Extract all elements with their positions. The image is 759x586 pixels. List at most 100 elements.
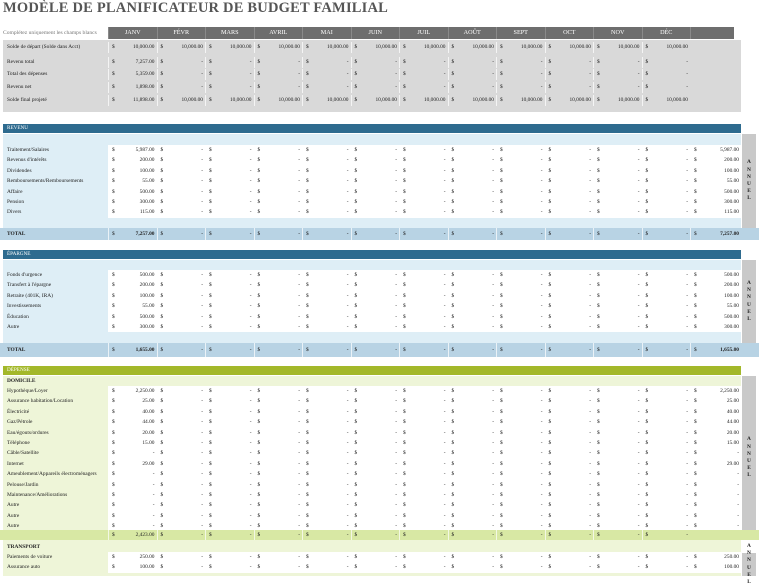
month-cell[interactable]: $ - — [205, 322, 254, 333]
month-cell[interactable]: $ - — [544, 396, 593, 407]
month-cell[interactable]: $ - — [641, 290, 690, 302]
month-cell[interactable]: $ - — [205, 207, 254, 218]
month-cell[interactable]: $ - — [399, 186, 448, 197]
month-cell[interactable]: $ - — [205, 438, 254, 449]
month-cell[interactable]: $ - — [253, 176, 302, 187]
month-cell[interactable]: $ - — [447, 479, 496, 490]
month-cell[interactable]: $ - — [447, 322, 496, 333]
month-cell[interactable]: $ - — [593, 165, 642, 177]
month-cell[interactable]: $ - — [205, 417, 254, 428]
month-cell[interactable]: $ - — [302, 500, 351, 511]
month-cell[interactable]: $ - — [350, 186, 399, 197]
month-cell[interactable]: $ - — [593, 396, 642, 407]
month-cell[interactable]: $ - — [205, 500, 254, 511]
month-cell[interactable]: $ - — [593, 145, 642, 156]
month-cell[interactable]: $ - — [593, 562, 642, 573]
month-cell[interactable]: $ - — [447, 386, 496, 397]
month-cell[interactable]: $29.00 — [108, 458, 157, 470]
month-cell[interactable]: $ - — [399, 406, 448, 418]
month-cell[interactable]: $ - — [447, 438, 496, 449]
month-cell[interactable]: $ - — [156, 469, 205, 480]
month-cell[interactable]: $ - — [350, 552, 399, 563]
month-cell[interactable]: $ - — [593, 406, 642, 418]
month-cell[interactable]: $ - — [496, 490, 545, 501]
month-cell[interactable]: $115.00 — [108, 207, 157, 218]
month-cell[interactable]: $ - — [253, 186, 302, 197]
month-cell[interactable]: $ - — [496, 301, 545, 312]
month-cell[interactable]: $ - — [544, 270, 593, 281]
month-cell[interactable]: $ - — [350, 197, 399, 208]
month-cell[interactable]: $ - — [496, 562, 545, 573]
month-cell[interactable]: $ - — [156, 176, 205, 187]
month-cell[interactable]: $ - — [641, 270, 690, 281]
month-cell[interactable]: $ - — [447, 417, 496, 428]
month-cell[interactable]: $ - — [399, 448, 448, 459]
month-cell[interactable]: $ - — [496, 155, 545, 166]
month-cell[interactable]: $ - — [350, 469, 399, 480]
month-cell[interactable]: $ - — [253, 552, 302, 563]
month-cell[interactable]: $ - — [156, 290, 205, 302]
month-cell[interactable]: $ - — [544, 458, 593, 470]
month-cell[interactable]: $ - — [350, 396, 399, 407]
month-cell[interactable]: $ - — [593, 301, 642, 312]
month-cell[interactable]: $ - — [253, 438, 302, 449]
month-cell[interactable]: $25.00 — [108, 396, 157, 407]
month-cell[interactable]: $100.00 — [108, 165, 157, 177]
month-cell[interactable]: $ - — [350, 562, 399, 573]
month-cell[interactable]: $ - — [302, 510, 351, 522]
month-cell[interactable]: $ - — [496, 510, 545, 522]
month-cell[interactable]: $ - — [593, 186, 642, 197]
month-cell[interactable]: $ - — [399, 197, 448, 208]
month-cell[interactable]: $300.00 — [108, 322, 157, 333]
month-cell[interactable]: $ - — [399, 438, 448, 449]
month-cell[interactable]: $15.00 — [108, 438, 157, 449]
month-cell[interactable]: $ - — [302, 197, 351, 208]
month-cell[interactable]: $ - — [496, 469, 545, 480]
month-cell[interactable]: $ - — [253, 500, 302, 511]
month-cell[interactable]: $ - — [496, 417, 545, 428]
month-cell[interactable]: $ - — [302, 186, 351, 197]
month-cell[interactable]: $ - — [641, 145, 690, 156]
month-cell[interactable]: $ - — [302, 290, 351, 302]
month-cell[interactable]: $ - — [302, 207, 351, 218]
month-cell[interactable]: $ - — [447, 311, 496, 322]
month-cell[interactable]: $500.00 — [108, 270, 157, 281]
month-cell[interactable]: $ - — [593, 311, 642, 322]
month-cell[interactable]: $ - — [253, 165, 302, 177]
month-cell[interactable]: $ - — [156, 386, 205, 397]
month-cell[interactable]: $ - — [253, 396, 302, 407]
month-cell[interactable]: $ - — [253, 290, 302, 302]
month-cell[interactable]: $ - — [399, 207, 448, 218]
month-cell[interactable]: $ - — [205, 145, 254, 156]
month-cell[interactable]: $ - — [350, 386, 399, 397]
month-cell[interactable]: $ - — [447, 469, 496, 480]
month-cell[interactable]: $44.00 — [108, 417, 157, 428]
month-cell[interactable]: $ - — [205, 406, 254, 418]
month-cell[interactable]: $ - — [544, 290, 593, 302]
month-cell[interactable]: $ - — [350, 427, 399, 438]
month-cell[interactable]: $ - — [350, 270, 399, 281]
month-cell[interactable]: $ - — [253, 458, 302, 470]
month-cell[interactable]: $ - — [205, 469, 254, 480]
month-cell[interactable]: $ - — [156, 280, 205, 291]
month-cell[interactable]: $ - — [399, 396, 448, 407]
month-cell[interactable]: $ - — [350, 207, 399, 218]
month-cell[interactable]: $40.00 — [108, 406, 157, 418]
month-cell[interactable]: $ - — [302, 427, 351, 438]
month-cell[interactable]: $ - — [496, 145, 545, 156]
month-cell[interactable]: $ - — [496, 396, 545, 407]
month-cell[interactable]: $ - — [302, 176, 351, 187]
month-cell[interactable]: $2,250.00 — [108, 386, 157, 397]
month-cell[interactable]: $ - — [108, 510, 157, 522]
month-cell[interactable]: $ - — [205, 270, 254, 281]
month-cell[interactable]: $ - — [399, 165, 448, 177]
month-cell[interactable]: $ - — [156, 301, 205, 312]
month-cell[interactable]: $ - — [253, 562, 302, 573]
month-cell[interactable]: $ - — [253, 417, 302, 428]
month-cell[interactable]: $ - — [447, 458, 496, 470]
month-cell[interactable]: $ - — [593, 280, 642, 291]
month-cell[interactable]: $ - — [641, 438, 690, 449]
month-cell[interactable]: $ - — [544, 500, 593, 511]
month-cell[interactable]: $ - — [302, 301, 351, 312]
month-cell[interactable]: $ - — [447, 290, 496, 302]
